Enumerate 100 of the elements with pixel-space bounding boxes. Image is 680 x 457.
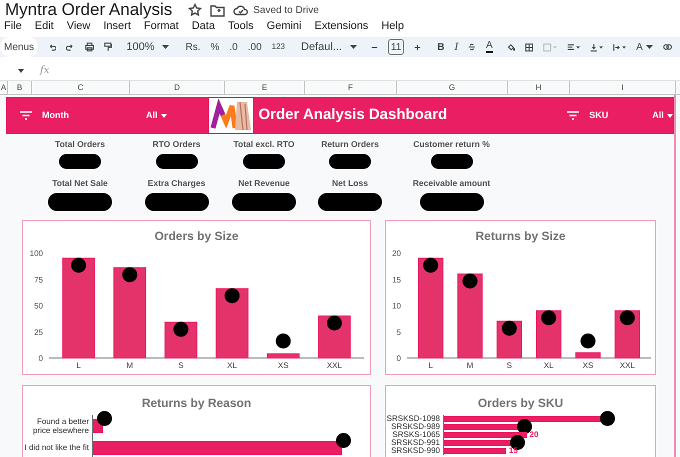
column-header[interactable]: I (570, 81, 676, 94)
increase-decimal-button[interactable]: .00 (248, 40, 262, 54)
kpi-label: Receivable amount (412, 176, 490, 190)
menu-item[interactable]: Tools (228, 20, 254, 32)
plus-icon[interactable] (414, 42, 422, 52)
text-wrap-icon[interactable] (613, 42, 626, 52)
star-icon[interactable] (188, 3, 202, 17)
filter-label: Month (42, 108, 69, 122)
kpi-label: Total excl. RTO (233, 138, 295, 151)
cloud-icon[interactable] (233, 4, 250, 16)
chart-title: Orders by Size (154, 228, 239, 244)
filter-label: SKU (589, 108, 608, 122)
column-header[interactable]: E (225, 81, 305, 94)
menu-item[interactable]: File (4, 20, 22, 32)
caret-icon[interactable] (646, 45, 653, 49)
category-label: XS (278, 360, 289, 370)
axis-tick-label: 5 (396, 327, 401, 336)
vertical-align-icon[interactable] (590, 42, 604, 52)
value-label: 15 (508, 446, 518, 454)
borders-icon[interactable] (525, 42, 534, 52)
column-header[interactable]: H (508, 81, 570, 94)
menu-item[interactable]: Help (381, 20, 404, 32)
number-format-button[interactable]: 123 (272, 41, 285, 53)
fill-color-icon[interactable] (506, 42, 516, 52)
filter-icon[interactable] (567, 111, 580, 120)
link-icon[interactable] (662, 43, 672, 51)
menu-item[interactable]: Insert (103, 20, 131, 32)
axis-tick-label: 0 (38, 354, 43, 362)
column-header[interactable]: B (8, 81, 32, 94)
menu-item[interactable]: View (66, 20, 90, 32)
menu-item[interactable]: Data (192, 20, 215, 32)
filter-dropdown[interactable]: All (146, 108, 167, 122)
bold-button[interactable]: B (437, 40, 444, 54)
caret-icon[interactable] (666, 114, 673, 118)
logo-icon (208, 98, 253, 133)
menu-item[interactable]: Edit (34, 20, 54, 32)
bar (444, 448, 506, 454)
kpi-label: Net Loss (332, 176, 368, 190)
font-dropdown[interactable]: Defaul... (301, 38, 357, 56)
category-label: XL (544, 360, 554, 370)
redo-icon[interactable] (66, 42, 75, 52)
caret-icon[interactable] (160, 114, 167, 118)
kpi-label: Total Orders (55, 138, 105, 151)
axis-tick-label: 100 (30, 248, 43, 258)
chart-title: Returns by Size (475, 228, 566, 244)
decrease-decimal-button[interactable]: .0 (229, 40, 238, 54)
save-status: Saved to Drive (253, 4, 319, 18)
menu-item[interactable]: Extensions (314, 20, 368, 32)
caret-icon[interactable] (350, 45, 357, 49)
chart-title: Returns by Reason (142, 394, 252, 412)
category-label: M (126, 360, 134, 370)
folder-icon[interactable] (210, 4, 226, 16)
column-header[interactable]: F (305, 81, 397, 94)
category-label: XS (582, 360, 594, 370)
kpi-label: Total Net Sale (52, 176, 108, 190)
merge-cells-icon[interactable] (543, 42, 558, 52)
zoom-dropdown[interactable]: 100% (126, 38, 170, 56)
category-label: M (466, 360, 474, 370)
font-size-field[interactable]: 11 (388, 39, 404, 55)
undo-icon[interactable] (48, 42, 56, 52)
kpi-label: Extra Charges (148, 176, 206, 190)
column-header[interactable]: D (130, 81, 225, 94)
text-rotation-button[interactable]: A (636, 40, 653, 54)
kpi-label: Net Revenue (238, 176, 290, 190)
menu-item[interactable]: Gemini (266, 20, 302, 32)
bar (216, 288, 248, 358)
axis-tick-label: 15 (392, 274, 401, 284)
kpi-label: Customer return % (413, 138, 490, 151)
axis-tick-label: 75 (34, 274, 43, 284)
column-header[interactable]: G (397, 81, 508, 94)
italic-button[interactable]: I (454, 40, 458, 54)
caret-icon[interactable] (18, 68, 24, 72)
category-label: XXL (326, 360, 342, 370)
filter-dropdown[interactable]: All (652, 108, 673, 122)
category-label: XXL (620, 360, 635, 370)
axis-tick-label: 10 (392, 301, 401, 310)
kpi-label: RTO Orders (152, 138, 201, 151)
text-color-button[interactable]: A (486, 41, 493, 53)
align-left-icon[interactable] (567, 42, 580, 52)
print-icon[interactable] (84, 41, 94, 53)
value-label: 20 (530, 430, 538, 438)
axis-tick-label: 50 (34, 301, 43, 310)
kpi-label: Return Orders (321, 138, 379, 151)
column-header[interactable]: A (0, 81, 8, 94)
menus-search-field[interactable]: Menus (0, 37, 38, 57)
axis-tick-label: 20 (392, 248, 401, 258)
strikethrough-icon[interactable] (468, 42, 476, 52)
bar (575, 352, 601, 358)
chart-title: Orders by SKU (478, 394, 564, 412)
dashboard-title: Order Analysis Dashboard (258, 105, 448, 126)
paint-format-icon[interactable] (104, 41, 112, 53)
formula-label: fx (40, 64, 50, 78)
filter-icon[interactable] (20, 111, 32, 120)
category-label: S (506, 360, 512, 370)
menu-item[interactable]: Format (144, 20, 179, 32)
column-header[interactable]: C (32, 81, 130, 94)
category-label: L (76, 360, 81, 370)
currency-button[interactable]: Rs. (185, 40, 200, 54)
caret-icon[interactable] (162, 45, 170, 49)
percent-button[interactable]: % (210, 40, 220, 54)
